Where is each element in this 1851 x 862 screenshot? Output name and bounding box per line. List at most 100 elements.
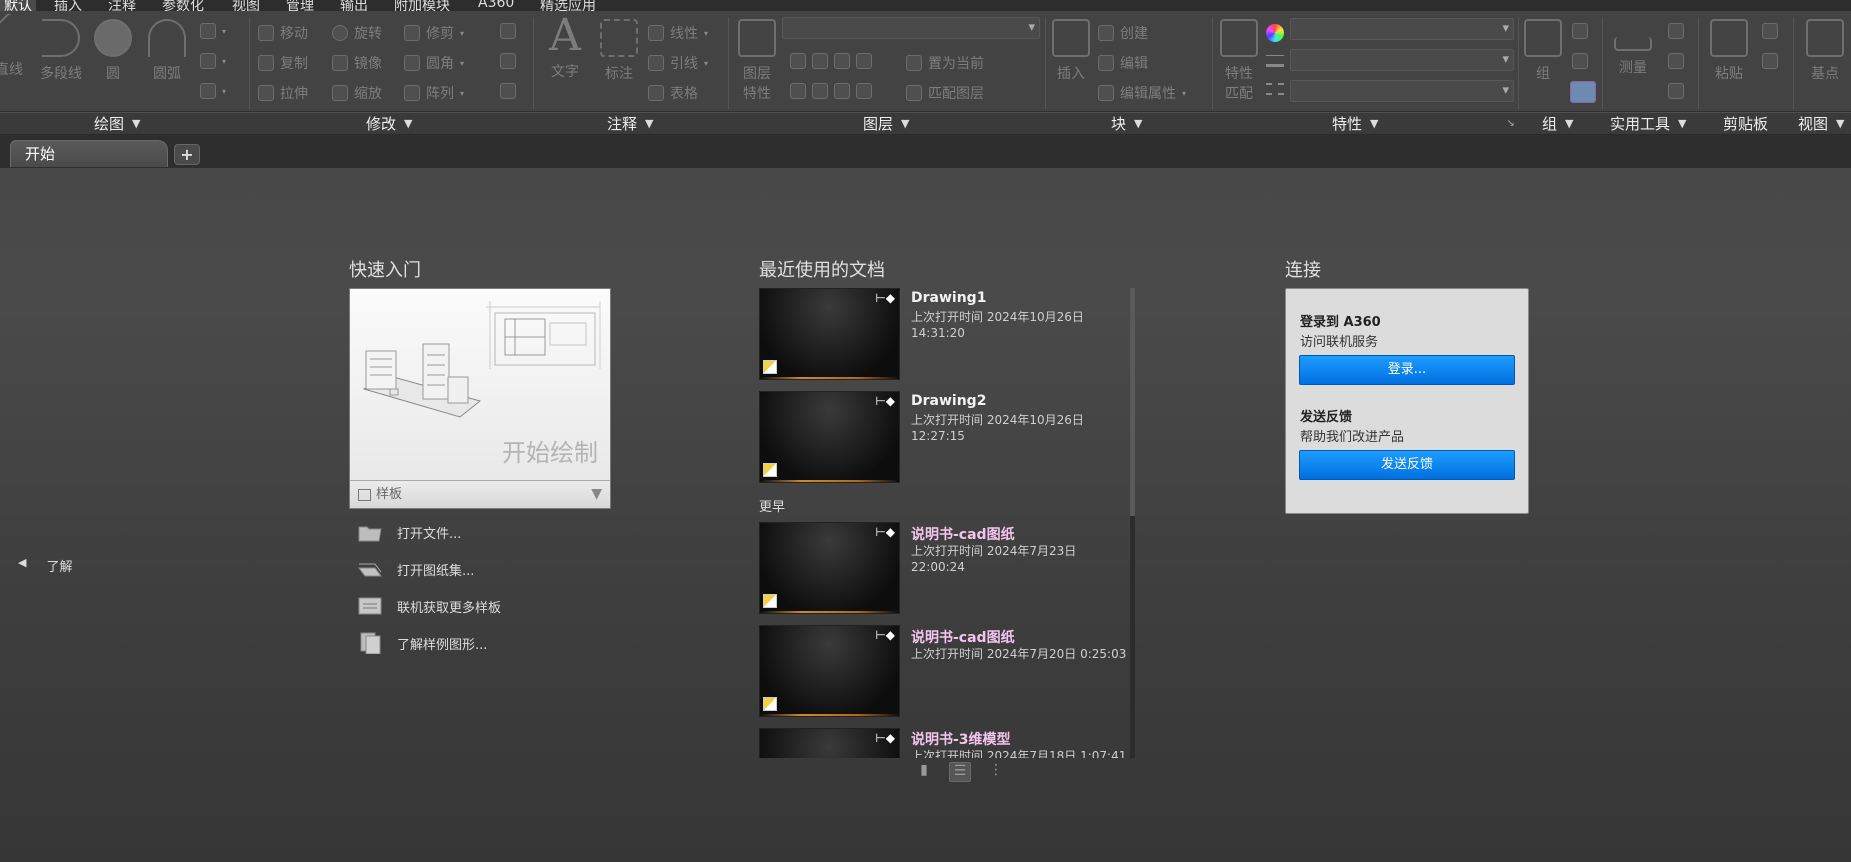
hatch-icon[interactable]: ▾ [200,53,226,69]
panel-modify[interactable]: 修改 ▼ [366,113,412,135]
recent-doc-name[interactable]: 说明书-3维模型 [911,729,1011,749]
tab-start[interactable]: 开始 [10,140,168,167]
lineweight-combo[interactable] [1290,49,1514,71]
trim-tool[interactable]: 修剪 ▾ [404,23,464,43]
measure-tool[interactable]: 测量 [1614,19,1652,77]
copy-clip-icon[interactable] [1762,53,1778,69]
layer-combo[interactable] [782,17,1040,39]
menu-output[interactable]: 输出 [340,0,368,11]
panel-block[interactable]: 块 ▼ [1111,113,1142,135]
cut-icon[interactable] [1762,23,1778,39]
pin-icon[interactable]: ⊢◆ [875,291,895,305]
menu-parametric[interactable]: 参数化 [162,0,204,11]
stretch-tool[interactable]: 拉伸 [258,83,308,103]
open-sheet-set-link[interactable]: 打开图纸集... [357,558,474,580]
pin-icon[interactable]: ⊢◆ [875,628,895,642]
recent-thumbnail[interactable]: ⊢◆ [759,728,900,758]
layer-tools-row2[interactable] [790,83,872,99]
mirror-tool[interactable]: 镜像 [332,53,382,73]
menu-addins[interactable]: 附加模块 [394,0,450,11]
menu-a360[interactable]: A360 [478,0,514,11]
panel-clipboard[interactable]: 剪贴板 [1723,113,1768,135]
panel-view[interactable]: 视图 ▼ [1798,113,1844,135]
linear-tool[interactable]: 线性 ▾ [648,23,708,43]
list-view-icon[interactable]: ⋮ [985,762,1007,782]
circle-tool[interactable]: 圆 [94,19,132,83]
copy-tool[interactable]: 复制 [258,53,308,73]
menu-manage[interactable]: 管理 [286,0,314,11]
get-more-templates-link[interactable]: 联机获取更多样板 [357,595,501,617]
text-tool[interactable]: A 文字 [546,14,584,81]
panel-layers[interactable]: 图层 ▼ [863,113,909,135]
panel-annotation[interactable]: 注释 ▼ [607,113,653,135]
pin-icon[interactable]: ⊢◆ [875,394,895,408]
match-layer-tool[interactable]: 匹配图层 [906,83,984,103]
menu-annotate[interactable]: 注释 [108,0,136,11]
array-tool[interactable]: 阵列 ▾ [404,83,464,103]
new-tab-button[interactable]: + [174,144,200,165]
sample-drawings-link[interactable]: 了解样例图形... [357,632,487,654]
recent-thumbnail[interactable]: ⊢◆ [759,288,900,380]
calculator-icon[interactable] [1668,83,1684,99]
recent-thumbnail[interactable]: ⊢◆ [759,522,900,614]
learn-toggle[interactable]: ◀ 了解 [18,556,72,575]
explode-icon[interactable] [500,53,516,69]
move-tool[interactable]: 移动 [258,23,308,43]
create-block-tool[interactable]: 创建 [1098,23,1148,43]
group-edit-icon[interactable] [1572,53,1588,69]
recent-thumbnail[interactable]: ⊢◆ [759,625,900,717]
pin-icon[interactable]: ⊢◆ [875,731,895,745]
pin-icon[interactable]: ⊢◆ [875,525,895,539]
panel-draw[interactable]: 绘图 ▼ [94,113,140,135]
match-properties-tool[interactable]: 特性 匹配 [1220,19,1258,103]
menu-view[interactable]: 视图 [232,0,260,11]
menu-default[interactable]: 默认 [0,0,36,11]
point-icon[interactable] [1668,53,1684,69]
color-combo[interactable] [1290,18,1514,40]
scrollbar-thumb[interactable] [1130,288,1135,516]
panel-groups[interactable]: 组 ▼ [1542,113,1573,135]
scale-tool[interactable]: 缩放 [332,83,382,103]
paste-tool[interactable]: 粘贴 [1710,19,1748,83]
recent-scrollbar[interactable] [1130,288,1135,758]
dimension-tool[interactable]: 标注 [600,19,638,83]
boundary-icon[interactable]: ▾ [200,83,226,99]
templates-dropdown[interactable]: 样板 ▼ [350,480,610,508]
signin-button[interactable]: 登录... [1299,355,1515,385]
open-file-link[interactable]: 打开文件... [357,521,461,543]
make-current-tool[interactable]: 置为当前 [906,53,984,73]
base-view-tool[interactable]: 基点 [1806,19,1844,83]
thumbnails-with-details-view-icon[interactable]: ☰ [949,762,971,782]
send-feedback-button[interactable]: 发送反馈 [1299,450,1515,480]
layer-tools-row1[interactable] [790,53,872,69]
recent-doc-name[interactable]: 说明书-cad图纸 [911,627,1015,647]
large-thumbnails-view-icon[interactable]: ▮ [913,762,935,782]
recent-doc-name[interactable]: 说明书-cad图纸 [911,524,1015,544]
color-wheel-icon[interactable] [1266,24,1284,42]
linetype-combo[interactable] [1290,80,1514,102]
recent-thumbnail[interactable]: ⊢◆ [759,391,900,483]
recent-doc-name[interactable]: Drawing1 [911,290,986,306]
recent-doc-name[interactable]: Drawing2 [911,393,986,409]
dialog-launcher-icon[interactable]: ↘ [1506,113,1514,135]
erase-icon[interactable] [500,23,516,39]
group-tool[interactable]: 组 [1524,19,1562,83]
panel-properties[interactable]: 特性 ▼ ↘ [1332,113,1515,135]
leader-tool[interactable]: 引线 ▾ [648,53,708,73]
line-tool[interactable]: 直线 [0,11,34,79]
fillet-tool[interactable]: 圆角 ▾ [404,53,464,73]
edit-block-tool[interactable]: 编辑 [1098,53,1148,73]
panel-utilities[interactable]: 实用工具 ▼ [1610,113,1686,135]
offset-icon[interactable] [500,83,516,99]
start-drawing-card[interactable]: 开始绘制 样板 ▼ [349,288,611,509]
table-tool[interactable]: 表格 [648,83,698,103]
menu-insert[interactable]: 插入 [54,0,82,11]
insert-tool[interactable]: 插入 [1052,19,1090,83]
rotate-tool[interactable]: 旋转 [332,23,382,43]
edit-attributes-tool[interactable]: 编辑属性 ▾ [1098,83,1186,103]
polyline-tool[interactable]: 多段线 [40,19,82,83]
ungroup-icon[interactable] [1572,23,1588,39]
rectangle-icon[interactable]: ▾ [200,23,226,39]
quick-select-icon[interactable] [1668,23,1684,39]
layer-properties-tool[interactable]: 图层 特性 [738,19,776,103]
